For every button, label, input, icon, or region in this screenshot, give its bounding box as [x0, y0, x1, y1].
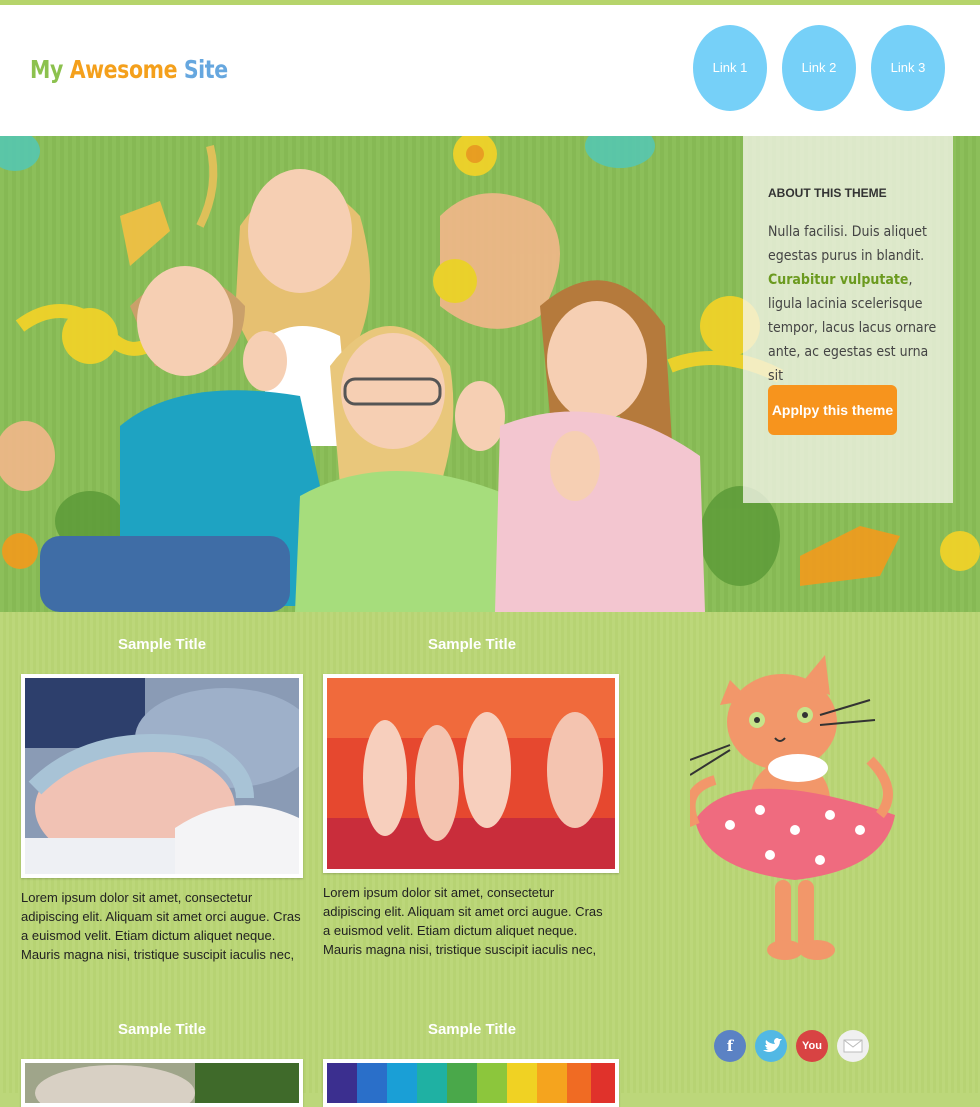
nav-link-1[interactable]: Link 1 — [693, 25, 767, 111]
crayons-photo — [327, 1063, 615, 1103]
envelope-icon — [843, 1039, 863, 1053]
post-2-title[interactable]: Sample Title — [322, 636, 622, 653]
about-text: Nulla facilisi. Duis aliquet egestas pur… — [768, 220, 939, 388]
post-1-title[interactable]: Sample Title — [12, 636, 312, 653]
logo-word-1: My — [30, 55, 63, 84]
logo-word-2: Awesome — [69, 55, 178, 84]
post-1-photo[interactable] — [21, 674, 303, 878]
facebook-icon[interactable]: f — [714, 1030, 746, 1062]
post-3-title[interactable]: Sample Title — [12, 1021, 312, 1038]
about-inline-link[interactable]: Curabitur vulputate — [768, 272, 908, 288]
youtube-icon[interactable]: You — [796, 1030, 828, 1062]
nav-link-2[interactable]: Link 2 — [782, 25, 856, 111]
twitter-bird-icon — [763, 1038, 782, 1052]
cat-illustration — [690, 655, 895, 960]
about-title: ABOUT THIS THEME — [768, 186, 887, 200]
feet-photo — [327, 678, 615, 869]
post-4-title[interactable]: Sample Title — [322, 1021, 622, 1038]
logo-word-3: Site — [183, 55, 228, 84]
about-theme-panel: ABOUT THIS THEME Nulla facilisi. Duis al… — [743, 136, 953, 503]
post-3-photo[interactable] — [21, 1059, 303, 1107]
post-2-text: Lorem ipsum dolor sit amet, consectetur … — [323, 885, 603, 957]
email-icon[interactable] — [837, 1030, 869, 1062]
site-logo[interactable]: My Awesome Site — [30, 55, 228, 84]
post-4-photo[interactable] — [323, 1059, 619, 1107]
post-2-photo[interactable] — [323, 674, 619, 873]
post-1-text: Lorem ipsum dolor sit amet, consectetur … — [21, 890, 301, 962]
post-3-photo-image — [25, 1063, 299, 1103]
twitter-icon[interactable] — [755, 1030, 787, 1062]
about-text-end: , ligula lacinia scelerisque tempor, lac… — [768, 272, 937, 384]
nav-link-3[interactable]: Link 3 — [871, 25, 945, 111]
baby-photo — [25, 678, 299, 874]
apply-theme-button[interactable]: Applpy this theme — [768, 385, 897, 435]
about-text-start: Nulla facilisi. Duis aliquet egestas pur… — [768, 224, 927, 264]
site-header: My Awesome Site Link 1 Link 2 Link 3 — [0, 5, 980, 136]
